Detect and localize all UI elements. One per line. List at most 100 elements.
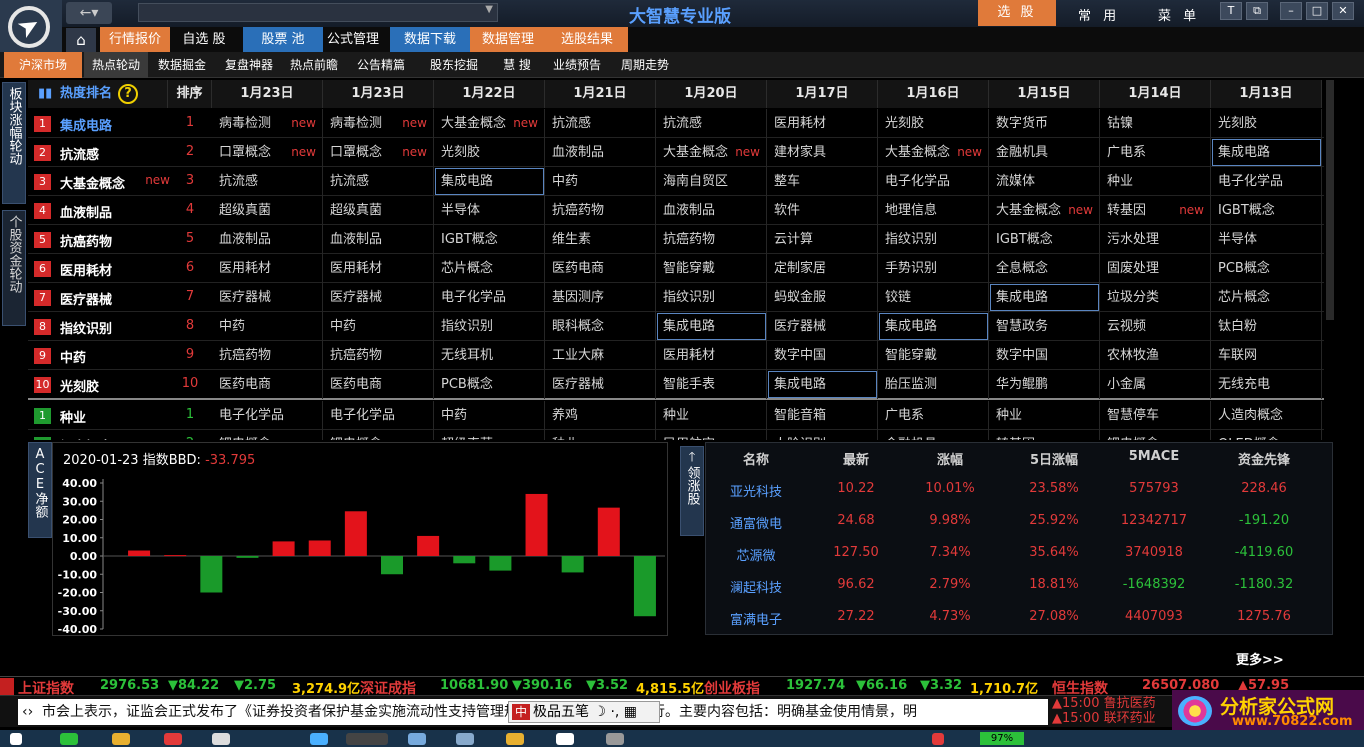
concept-cell[interactable]: 医疗器械 [767,312,878,341]
hs-index-name[interactable]: 恒生指数 [1052,678,1108,695]
concept-cell[interactable]: 大基金概念 new [656,138,767,167]
sub-tab-7[interactable]: 股东挖掘 [422,52,486,78]
ime-toolbar[interactable]: 中 极品五笔 ☽ ·, ▦ [508,701,660,723]
heat-row[interactable]: 2 抗流感 [28,138,168,167]
concept-cell[interactable]: 种业 [545,430,656,440]
concept-cell[interactable]: IGBT概念 [434,225,545,254]
concept-cell[interactable]: 病毒检测 new [323,109,434,138]
concept-cell[interactable]: 电子化学品 [323,401,434,430]
concept-cell[interactable]: 转基因 new [1100,196,1211,225]
concept-cell[interactable]: 口罩概念 new [212,138,323,167]
concept-cell[interactable]: 指纹识别 [878,225,989,254]
date-header-4[interactable]: 1月21日 [545,80,656,108]
app-icon-2[interactable] [310,733,328,745]
board-name[interactable]: 光刻胶 [60,376,99,395]
sh-index-name[interactable]: 上证指数 [18,678,74,695]
concept-cell[interactable]: 污水处理 [1100,225,1211,254]
concept-cell[interactable]: 指纹识别 [434,312,545,341]
date-header-8[interactable]: 1月15日 [989,80,1100,108]
folder-icon[interactable] [112,733,130,745]
sub-tab-9[interactable]: 业绩预告 [544,52,610,78]
concept-cell[interactable]: 集成电路 [989,283,1100,312]
leader-col-header-2[interactable]: 最新 [818,449,894,469]
qq-icon[interactable] [212,733,230,745]
concept-cell[interactable]: 手势识别 [878,254,989,283]
concept-cell[interactable]: 数字货币 [989,109,1100,138]
concept-cell[interactable]: 全息概念 [989,254,1100,283]
date-header-2[interactable]: 1月23日 [323,80,434,108]
concept-cell[interactable]: 中药 [545,167,656,196]
concept-cell[interactable]: 工业大麻 [545,341,656,370]
concept-cell[interactable]: 医药电商 [323,370,434,399]
concept-cell[interactable]: 集成电路 [656,312,767,341]
leader-col-header-6[interactable]: 资金先锋 [1206,449,1322,469]
concept-cell[interactable]: 医疗器械 [323,283,434,312]
concept-cell[interactable]: 口罩概念 new [323,138,434,167]
concept-cell[interactable]: 智能音箱 [767,401,878,430]
back-button[interactable]: ←▾ [66,2,112,24]
concept-cell[interactable]: 大基金概念 new [989,196,1100,225]
heat-row[interactable]: 1 集成电路 [28,109,168,138]
concept-cell[interactable]: 垃圾分类 [1100,283,1211,312]
close-icon[interactable]: ✕ [1332,2,1354,20]
concept-cell[interactable]: 智能穿戴 [878,341,989,370]
board-rotation-tab[interactable]: 板块涨幅轮动 [2,82,26,204]
concept-cell[interactable]: 电子化学品 [434,283,545,312]
leader-name[interactable]: 亚光科技 [714,481,798,501]
sub-tab-4[interactable]: 复盘神器 [218,52,280,78]
date-header-1[interactable]: 1月23日 [212,80,323,108]
app-icon-5[interactable] [506,733,524,745]
heat-row[interactable]: 7 医疗器械 [28,283,168,312]
heat-row[interactable]: 4 血液制品 [28,196,168,225]
concept-cell[interactable]: 半导体 [434,196,545,225]
concept-cell[interactable]: 固废处理 [1100,254,1211,283]
home-icon[interactable]: ⌂ [66,28,96,52]
heat-row[interactable]: 3 大基金概念 new [28,167,170,196]
main-tab-6[interactable]: 数据管理 [470,27,546,52]
board-name[interactable]: 锂电概念 [60,436,112,440]
main-tab-3[interactable]: 股票 池 [243,27,323,52]
concept-cell[interactable]: 血液制品 [545,138,656,167]
news-nav-icon[interactable]: ‹› [22,699,33,725]
main-tab-7[interactable]: 选股结果 [546,27,628,52]
cy-index-name[interactable]: 创业板指 [704,678,760,695]
sub-tab-5[interactable]: 热点前瞻 [282,52,346,78]
concept-cell[interactable]: 民用航空 [656,430,767,440]
concept-cell[interactable]: 维生素 [545,225,656,254]
concept-cell[interactable]: 锂电概念 [323,430,434,440]
concept-cell[interactable]: 电子化学品 [212,401,323,430]
board-name[interactable]: 医疗器械 [60,289,112,308]
concept-cell[interactable]: 医疗器械 [212,283,323,312]
heat-row[interactable]: 6 医用耗材 [28,254,168,283]
app-logo[interactable]: ➤ [0,0,62,52]
concept-cell[interactable]: 抗流感 [323,167,434,196]
concept-cell[interactable]: 医药电商 [545,254,656,283]
concept-cell[interactable]: PCB概念 [1211,254,1322,283]
concept-cell[interactable]: 数字中国 [989,341,1100,370]
concept-cell[interactable]: 蚂蚁金服 [767,283,878,312]
concept-cell[interactable]: 地理信息 [878,196,989,225]
wechat-icon[interactable] [60,733,78,745]
app-icon-1[interactable] [164,733,182,745]
leader-row[interactable]: 通富微电 24.68 9.98% 25.92% 12342717 -191.20 [706,513,1332,535]
date-header-10[interactable]: 1月13日 [1211,80,1322,108]
concept-cell[interactable]: 医疗器械 [545,370,656,399]
concept-cell[interactable]: 医用耗材 [212,254,323,283]
concept-cell[interactable]: 智慧政务 [989,312,1100,341]
concept-cell[interactable]: 抗流感 [545,109,656,138]
concept-cell[interactable]: 智慧停车 [1100,401,1211,430]
concept-cell[interactable]: 智能穿戴 [656,254,767,283]
concept-cell[interactable]: 超级真菌 [434,430,545,440]
menu-common[interactable]: 常 用 [1078,5,1120,24]
leader-name[interactable]: 芯源微 [714,545,798,565]
leader-row[interactable]: 亚光科技 10.22 10.01% 23.58% 575793 228.46 [706,481,1332,503]
app-icon-7[interactable] [606,733,624,745]
concept-cell[interactable]: 钛白粉 [1211,312,1322,341]
board-name[interactable]: 医用耗材 [60,260,112,279]
concept-cell[interactable]: 大基金概念 new [878,138,989,167]
concept-cell[interactable]: 大基金概念 new [434,109,545,138]
concept-cell[interactable]: 血液制品 [656,196,767,225]
concept-cell[interactable]: 抗流感 [656,109,767,138]
menu-main[interactable]: 菜 单 [1158,5,1200,24]
leader-col-header-3[interactable]: 涨幅 [902,449,998,469]
